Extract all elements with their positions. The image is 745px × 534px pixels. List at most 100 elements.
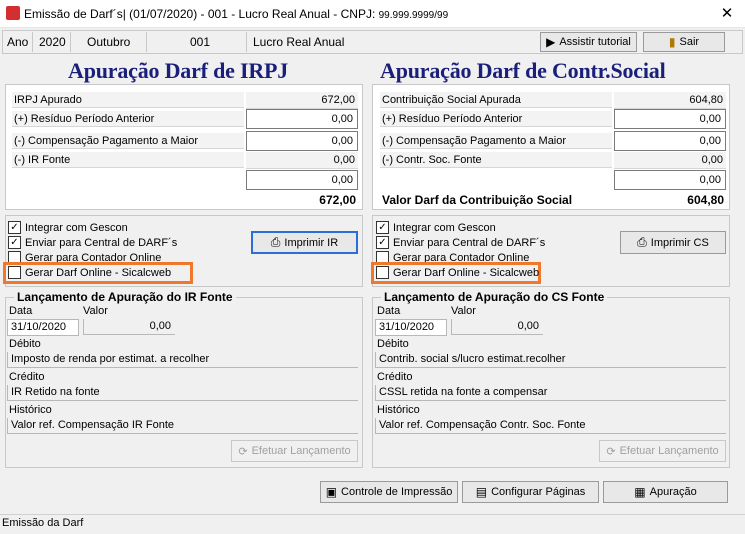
configurar-paginas-label: Configurar Páginas [491,486,586,498]
window-title: Emissão de Darf´s| (01/07/2020) - 001 - … [24,7,448,21]
cs-total-value: 604,80 [687,193,724,207]
controle-impressao-label: Controle de Impressão [341,486,453,498]
debito-label: Débito [377,338,409,350]
divider [246,32,247,52]
ir-credito-field: IR Retido na fonte [7,385,358,401]
valor-label: Valor [451,305,476,317]
check-label: Gerar Darf Online - Sicalcweb [25,266,172,279]
print-cs-button[interactable]: ⎙ Imprimir CS [620,231,726,254]
cs-check-sicalcweb[interactable]: Gerar Darf Online - Sicalcweb [376,266,539,279]
window-title-text: Emissão de Darf´s| (01/07/2020) - 001 - … [24,7,376,21]
ano-label: Ano [7,35,29,49]
monitor-icon: ▣ [325,485,338,499]
ano-value: 2020 [39,35,66,49]
checkbox-checked-icon: ✓ [8,221,21,234]
controle-impressao-button[interactable]: ▣ Controle de Impressão [320,481,458,503]
tutorial-button[interactable]: ▶ Assistir tutorial [540,32,637,52]
irpj-row-label: (+) Resíduo Período Anterior [12,111,244,127]
apuracao-label: Apuração [649,486,697,498]
ir-efetuar-button[interactable]: ⟳ Efetuar Lançamento [231,440,358,462]
exit-button[interactable]: ▮ Sair [643,32,725,52]
checkbox-checked-icon: ✓ [376,221,389,234]
cs-efetuar-button[interactable]: ⟳ Efetuar Lançamento [599,440,726,462]
cs-check-central[interactable]: ✓ Enviar para Central de DARF´s [376,236,545,249]
ir-historico-field: Valor ref. Compensação IR Fonte [7,418,358,434]
status-bar: Emissão da Darf [0,514,745,534]
irpj-ir-fonte-value: 0,00 [246,152,358,169]
irpj-residuo-input[interactable]: 0,00 [246,109,358,129]
credito-label: Crédito [377,371,413,383]
printer-icon: ⎙ [637,235,647,249]
cs-data-field[interactable]: 31/10/2020 [375,319,447,336]
configurar-paginas-button[interactable]: ▤ Configurar Páginas [462,481,599,503]
mes-value: Outubro [87,35,131,49]
cs-fonte-value: 0,00 [614,152,726,169]
data-label: Data [9,305,33,317]
divider [146,32,147,52]
refresh-icon: ⟳ [606,445,616,458]
close-icon[interactable]: ✕ [716,4,738,22]
irpj-row-label: (-) IR Fonte [12,152,244,168]
tutorial-button-label: Assistir tutorial [559,36,631,48]
cs-apurada-value: 604,80 [614,92,726,109]
ir-data-field[interactable]: 31/10/2020 [7,319,79,336]
irpj-extra-input[interactable]: 0,00 [246,170,358,190]
cs-historico-field: Valor ref. Compensação Contr. Soc. Fonte [375,418,726,434]
cs-extra-input[interactable]: 0,00 [614,170,726,190]
ir-valor-field: 0,00 [83,319,175,335]
historico-label: Histórico [377,404,420,416]
print-ir-button[interactable]: ⎙ Imprimir IR [251,231,358,254]
cs-compensacao-input[interactable]: 0,00 [614,131,726,151]
check-label: Gerar Darf Online - Sicalcweb [393,266,540,279]
checkbox-checked-icon: ✓ [8,236,21,249]
check-label: Enviar para Central de DARF´s [25,236,178,249]
irpj-row-label: (-) Compensação Pagamento a Maior [12,133,244,149]
empresa-value: 001 [190,35,211,49]
window-cnpj: 99.999.9999/99 [378,10,449,21]
debito-label: Débito [9,338,41,350]
title-bar: Emissão de Darf´s| (01/07/2020) - 001 - … [0,0,745,28]
cs-row-label: Contribuição Social Apurada [380,92,612,108]
checkbox-checked-icon: ✓ [376,236,389,249]
check-label: Integrar com Gescon [393,221,496,234]
irpj-total-value: 672,00 [319,193,356,207]
print-cs-label: Imprimir CS [650,236,709,249]
play-icon: ▶ [546,35,556,49]
irpj-check-sicalcweb[interactable]: Gerar Darf Online - Sicalcweb [8,266,171,279]
irpj-check-gescon[interactable]: ✓ Integrar com Gescon [8,221,128,234]
regime-value: Lucro Real Anual [253,35,345,49]
checkbox-empty-icon [376,266,389,279]
divider [32,32,33,52]
cs-launch-title: Lançamento de Apuração do CS Fonte [381,290,608,304]
door-icon: ▮ [668,35,676,49]
cs-total-label: Valor Darf da Contribuição Social [382,193,573,207]
irpj-heading: Apuração Darf de IRPJ [68,58,289,83]
cs-check-gescon[interactable]: ✓ Integrar com Gescon [376,221,496,234]
print-ir-label: Imprimir IR [284,236,339,249]
cs-row-label: (-) Compensação Pagamento a Maior [380,133,612,149]
check-label: Integrar com Gescon [25,221,128,234]
cs-credito-field: CSSL retida na fonte a compensar [375,385,726,401]
divider [70,32,71,52]
cs-residuo-input[interactable]: 0,00 [614,109,726,129]
cs-efetuar-label: Efetuar Lançamento [619,445,719,457]
cs-heading: Apuração Darf de Contr.Social [380,58,666,83]
calculator-icon: ▦ [634,485,646,499]
cs-debito-field: Contrib. social s/lucro estimat.recolher [375,352,726,368]
page-icon: ▤ [475,485,488,499]
historico-label: Histórico [9,404,52,416]
ir-launch-title: Lançamento de Apuração do IR Fonte [14,290,236,304]
credito-label: Crédito [9,371,45,383]
ir-debito-field: Imposto de renda por estimat. a recolher [7,352,358,368]
irpj-check-central[interactable]: ✓ Enviar para Central de DARF´s [8,236,177,249]
cs-row-label: (-) Contr. Soc. Fonte [380,152,612,168]
checkbox-empty-icon [8,266,21,279]
app-icon [6,6,20,20]
cs-row-label: (+) Resíduo Período Anterior [380,111,612,127]
valor-label: Valor [83,305,108,317]
printer-icon: ⎙ [270,235,281,249]
refresh-icon: ⟳ [238,445,248,458]
apuracao-button[interactable]: ▦ Apuração [603,481,728,503]
irpj-compensacao-input[interactable]: 0,00 [246,131,358,151]
cs-valor-field: 0,00 [451,319,543,335]
